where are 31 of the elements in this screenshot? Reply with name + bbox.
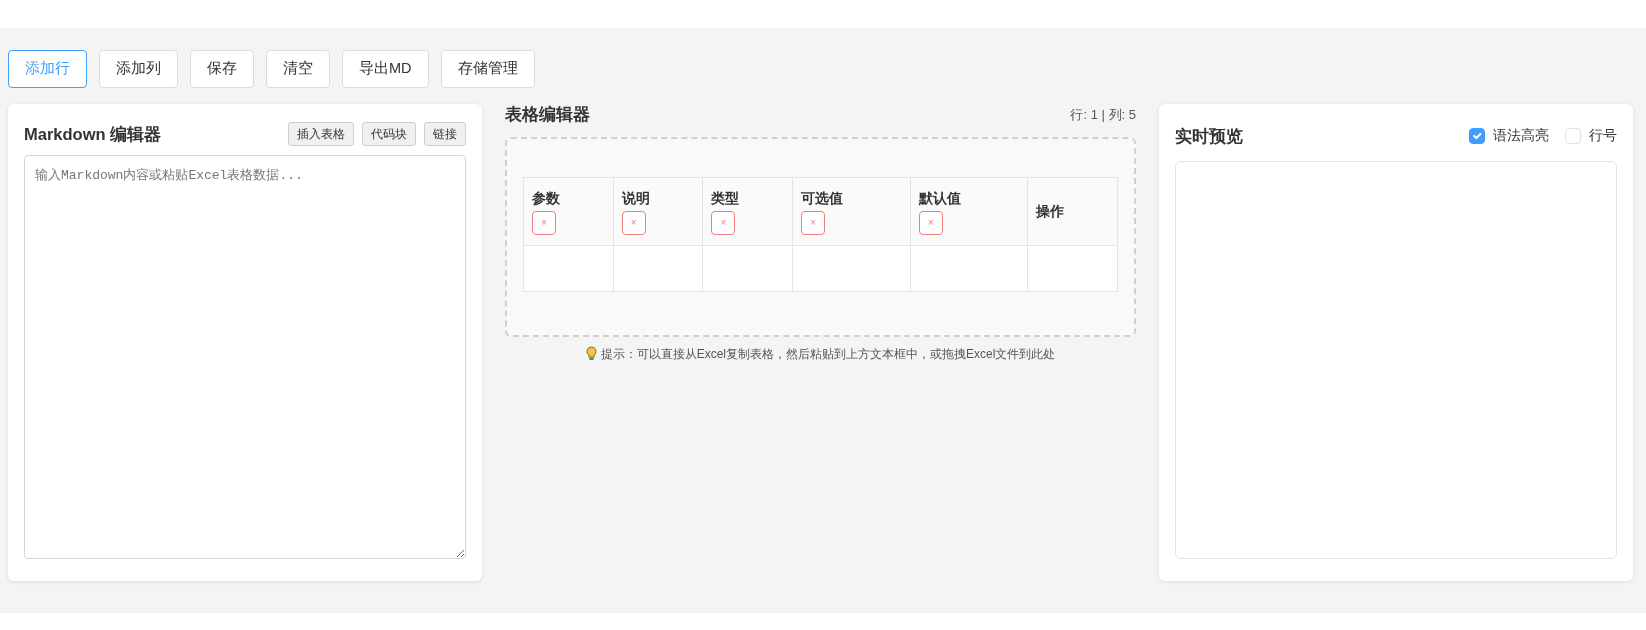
editor-tool-button[interactable]: 插入表格 <box>288 122 354 147</box>
column-header: 说明 <box>621 189 650 206</box>
option-label: 行号 <box>1589 127 1617 146</box>
table-cell[interactable] <box>1027 245 1118 292</box>
table-cell[interactable] <box>910 245 1028 292</box>
editor-tool-button[interactable]: 链接 <box>424 122 466 147</box>
editor-tool-button[interactable]: 代码块 <box>362 122 416 147</box>
table-size-counter: 行: 1 | 列: 5 <box>1070 105 1136 124</box>
toolbar-button[interactable]: 添加列 <box>99 50 178 88</box>
table-drop-zone[interactable]: 参数 × 说明 × 类型 × 可选值 × 默认值 × 操作 <box>505 136 1136 337</box>
column-header: 类型 <box>711 189 740 206</box>
panel-title: 表格编辑器 <box>505 104 590 125</box>
toolbar-button[interactable]: 保存 <box>190 50 254 88</box>
toolbar-button[interactable]: 存储管理 <box>440 50 535 88</box>
panel-title: Markdown 编辑器 <box>24 124 162 145</box>
table-cell[interactable] <box>613 245 703 292</box>
toolbar-button[interactable]: 清空 <box>266 50 330 88</box>
column-header: 操作 <box>1036 202 1065 219</box>
table-cell[interactable] <box>523 245 614 292</box>
markdown-input-field[interactable]: 输入Markdown内容或粘贴Excel表格数据... <box>24 154 466 559</box>
column-header: 可选值 <box>801 189 844 206</box>
toolbar-button[interactable]: 导出MD <box>342 50 429 88</box>
hint-text: 提示：可以直接从Excel复制表格，然后粘贴到上方文本框中，或拖拽Excel文件到此处 <box>600 345 1056 363</box>
option-label: 语法高亮 <box>1493 127 1549 146</box>
table-cell[interactable] <box>792 245 911 292</box>
table-cell[interactable] <box>702 245 793 292</box>
column-header: 参数 <box>532 189 560 206</box>
lightbulb-icon <box>585 346 597 362</box>
panel-title: 实时预览 <box>1175 126 1243 147</box>
column-header: 默认值 <box>918 189 961 206</box>
option-checkbox[interactable] <box>1469 128 1485 145</box>
